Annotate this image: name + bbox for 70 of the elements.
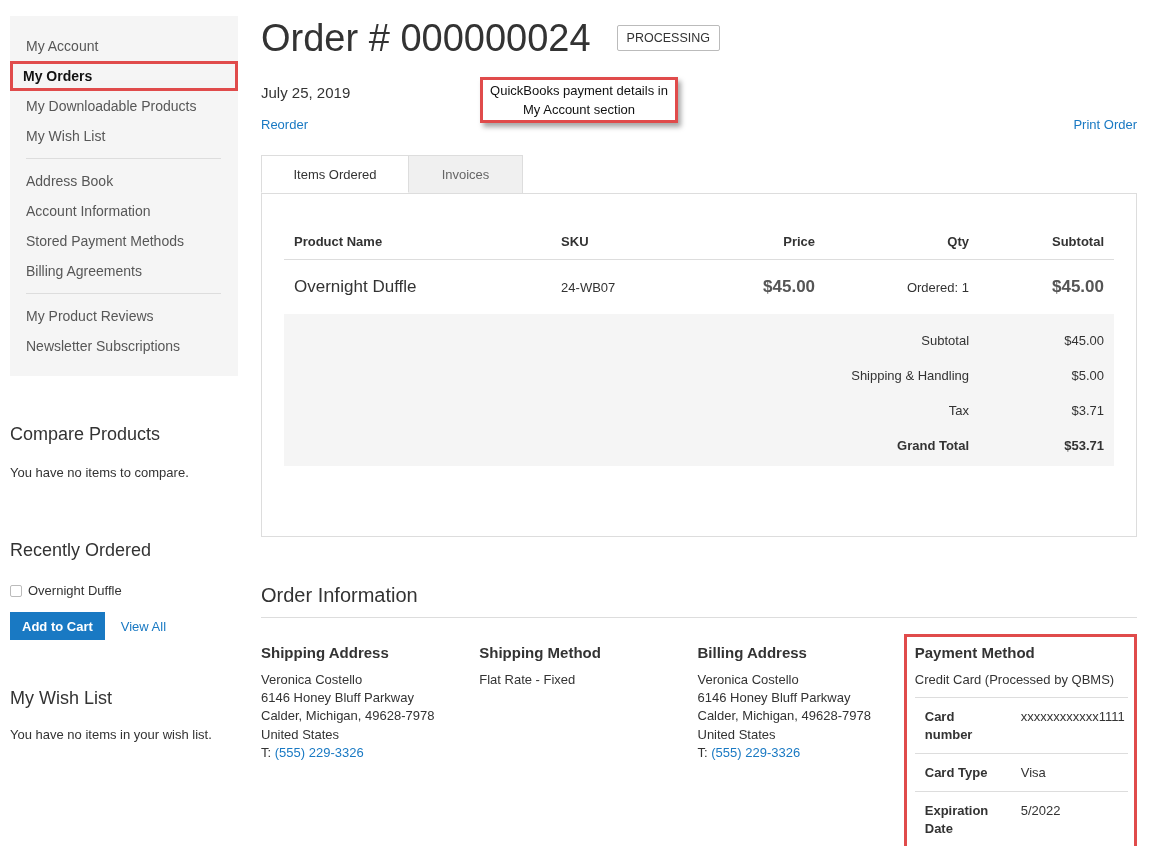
block-title: Recently Ordered [10, 540, 153, 561]
column-header: Price [690, 219, 826, 260]
subtotal-cell: $45.00 [979, 259, 1114, 314]
detail-label: Card number [924, 708, 974, 744]
address-line: Calder, Michigan, 49628-7978 [261, 707, 436, 726]
nav-link[interactable]: My Orders [10, 61, 238, 91]
order-date: July 25, 2019 [261, 84, 351, 101]
empty-message: You have no items in your wish list. [10, 727, 213, 742]
qty-cell: Ordered: 1 [825, 259, 980, 314]
order-title: Order # 000000024 [261, 16, 591, 60]
total-label: Grand Total [284, 428, 980, 466]
block-title: My Wish List [10, 688, 113, 709]
print-order-link[interactable]: Print Order [1073, 117, 1137, 132]
column-header: Product Name [284, 219, 552, 260]
detail-label: Expiration Date [924, 802, 990, 838]
total-value: $5.00 [979, 358, 1114, 393]
column-header: Qty [825, 219, 980, 260]
total-value: $3.71 [979, 393, 1114, 428]
address-line: Calder, Michigan, 49628-7978 [697, 707, 872, 726]
address-line: United States [697, 725, 777, 744]
nav-link[interactable]: My Wish List [7, 121, 238, 151]
total-label: Shipping & Handling [284, 358, 980, 393]
nav-link[interactable]: My Downloadable Products [7, 91, 238, 121]
total-label: Subtotal [284, 314, 980, 358]
phone-link[interactable]: (555) 229-3326 [711, 744, 801, 760]
tab[interactable]: Items Ordered [261, 155, 409, 193]
empty-message: You have no items to compare. [10, 465, 190, 480]
nav-link[interactable]: Address Book [7, 166, 238, 196]
address-line: 6146 Honey Bluff Parkway [261, 689, 415, 708]
phone-link[interactable]: (555) 229-3326 [274, 744, 364, 760]
section-title: Order Information [261, 584, 1137, 618]
nav-link[interactable]: My Product Reviews [7, 301, 238, 331]
tab[interactable]: Invoices [409, 155, 523, 193]
address-line: 6146 Honey Bluff Parkway [697, 689, 852, 708]
phone-label: T: [697, 744, 708, 760]
nav-link[interactable]: Billing Agreements [7, 256, 238, 286]
view-all-link[interactable]: View All [120, 618, 167, 634]
payment-method: Credit Card (Processed by QBMS) [914, 671, 1128, 698]
status-badge: PROCESSING [616, 25, 720, 51]
product-name: Overnight Duffle [284, 259, 552, 314]
address-line: Flat Rate - Fixed [479, 671, 577, 689]
column-header: Subtotal [979, 219, 1114, 260]
block-title: Payment Method [914, 643, 1036, 663]
detail-label: Card Type [924, 764, 989, 782]
detail-value: xxxxxxxxxxxx1111 [1020, 708, 1126, 726]
reorder-link[interactable]: Reorder [261, 117, 308, 132]
nav-link[interactable]: Stored Payment Methods [7, 226, 238, 256]
column-header: SKU [551, 219, 691, 260]
block-title: Shipping Method [479, 643, 602, 663]
price-cell: $45.00 [690, 259, 826, 314]
detail-value: 5/2022 [1020, 802, 1062, 820]
product-name: Overnight Duffle [28, 583, 122, 598]
total-value: $45.00 [979, 314, 1114, 358]
address-line: United States [261, 725, 341, 744]
block-title: Billing Address [697, 643, 808, 663]
sku-cell: 24-WB07 [551, 259, 691, 314]
nav-link[interactable]: My Account [7, 31, 238, 61]
nav-link[interactable]: Newsletter Subscriptions [7, 331, 238, 361]
total-label: Tax [284, 393, 980, 428]
block-title: Shipping Address [261, 643, 390, 663]
phone-label: T: [261, 744, 272, 760]
add-to-cart-button[interactable]: Add to Cart [10, 612, 105, 640]
block-title: Compare Products [10, 424, 162, 445]
detail-value: Visa [1020, 764, 1047, 782]
address-line: Veronica Costello [261, 671, 364, 689]
total-value: $53.71 [979, 428, 1114, 466]
address-line: Veronica Costello [697, 671, 800, 689]
callout-note: QuickBooks payment details in My Account section [480, 77, 678, 123]
checkbox[interactable] [10, 584, 22, 597]
nav-link[interactable]: Account Information [7, 196, 238, 226]
